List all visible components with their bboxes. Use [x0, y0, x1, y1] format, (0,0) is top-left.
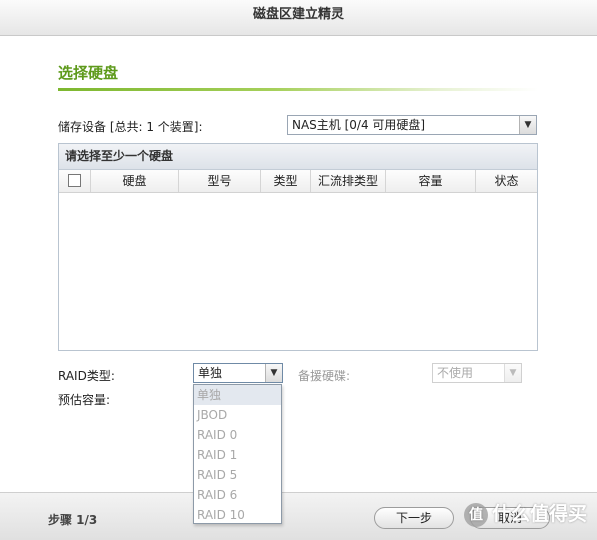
raid-option-raid1[interactable]: RAID 1 [194, 445, 281, 465]
raid-option-single[interactable]: 单独 [194, 385, 281, 405]
raid-option-raid6[interactable]: RAID 6 [194, 485, 281, 505]
raid-option-raid10[interactable]: RAID 10 [194, 505, 281, 525]
watermark: 值什么值得买 [463, 499, 587, 527]
chevron-down-icon[interactable]: ▼ [504, 364, 521, 382]
raid-option-raid0[interactable]: RAID 0 [194, 425, 281, 445]
column-header-model[interactable]: 型号 [179, 170, 261, 192]
watermark-logo-icon: 值 [463, 502, 488, 527]
wizard-footer: 步骤 1/3 下一步 取消 值什么值得买 [0, 492, 597, 540]
disk-selection-panel: 请选择至少一个硬盘 硬盘 型号 类型 汇流排类型 容量 状态 [58, 143, 538, 351]
section-title: 选择硬盘 [58, 64, 119, 82]
storage-device-value: NAS主机 [0/4 可用硬盘] [292, 118, 426, 132]
column-header-type[interactable]: 类型 [261, 170, 311, 192]
column-header-capacity[interactable]: 容量 [386, 170, 476, 192]
column-header-bus-type[interactable]: 汇流排类型 [311, 170, 386, 192]
raid-type-label: RAID类型: [58, 369, 115, 383]
column-header-disk[interactable]: 硬盘 [91, 170, 179, 192]
raid-option-jbod[interactable]: JBOD [194, 405, 281, 425]
disk-panel-title: 请选择至少一个硬盘 [59, 144, 537, 170]
next-button[interactable]: 下一步 [374, 507, 454, 529]
section-divider [58, 88, 538, 91]
spare-disk-label: 备援硬碟: [298, 369, 351, 383]
raid-type-value: 单独 [198, 366, 223, 380]
window-title: 磁盘区建立精灵 [252, 7, 344, 22]
chevron-down-icon[interactable]: ▼ [265, 364, 282, 382]
spare-disk-select[interactable]: 不使用 ▼ [432, 363, 522, 383]
estimated-capacity-label: 预估容量: [58, 393, 111, 407]
column-header-status[interactable]: 状态 [476, 170, 537, 192]
spare-disk-value: 不使用 [437, 366, 474, 380]
window-titlebar: 磁盘区建立精灵 [0, 0, 597, 36]
watermark-text: 什么值得买 [491, 503, 587, 525]
raid-option-raid5[interactable]: RAID 5 [194, 465, 281, 485]
chevron-down-icon[interactable]: ▼ [519, 116, 536, 134]
storage-device-select[interactable]: NAS主机 [0/4 可用硬盘] ▼ [287, 115, 537, 135]
disk-table-body [59, 193, 537, 351]
storage-device-label: 储存设备 [总共: 1 个装置]: [58, 120, 203, 134]
select-all-cell [59, 170, 91, 192]
disk-table-header: 硬盘 型号 类型 汇流排类型 容量 状态 [59, 170, 537, 193]
select-all-checkbox[interactable] [68, 174, 81, 187]
step-indicator: 步骤 1/3 [48, 513, 98, 527]
raid-type-dropdown-list: 单独 JBOD RAID 0 RAID 1 RAID 5 RAID 6 RAID… [193, 384, 282, 524]
raid-type-select[interactable]: 单独 ▼ [193, 363, 283, 383]
